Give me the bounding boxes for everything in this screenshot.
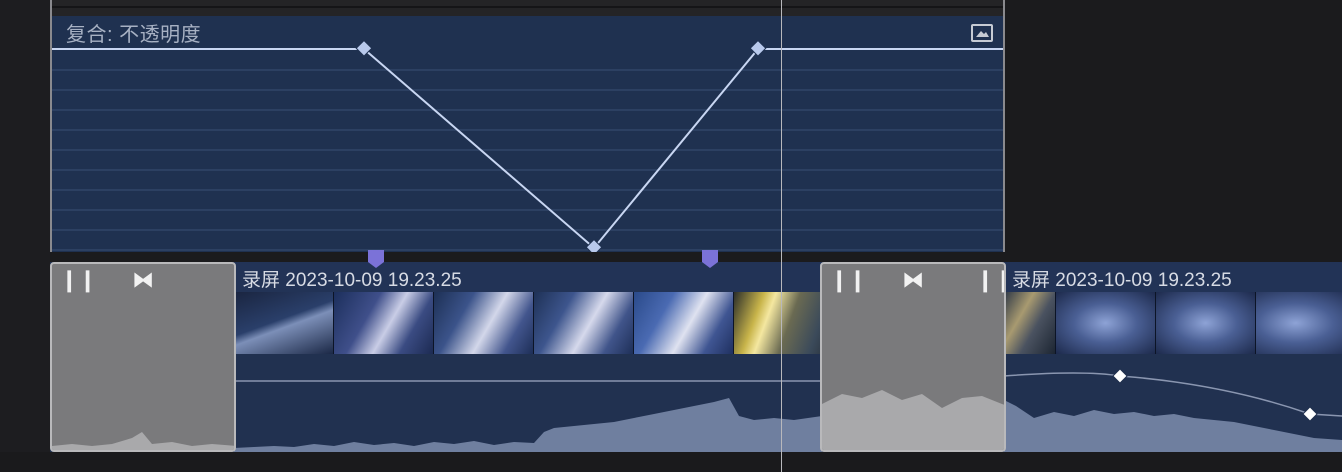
filmstrip-frame (234, 292, 334, 354)
filmstrip-frame (534, 292, 634, 354)
filmstrip-frame (434, 292, 534, 354)
waveform-graphic (234, 380, 822, 452)
volume-keyframe-1[interactable] (1112, 368, 1128, 384)
cross-dissolve-transition-2[interactable]: ❙❙ ⧓ ❙❙ (820, 262, 1006, 452)
transition-waveform (52, 432, 234, 450)
timeline[interactable]: 复合: 不透明度 录屏 2023-10-09 19.23.25 录屏 2023-… (0, 0, 1342, 472)
video-clip-1[interactable]: 录屏 2023-10-09 19.23.25 (234, 262, 822, 452)
opacity-keyframe-editor[interactable]: 复合: 不透明度 (50, 16, 1005, 252)
transition-bowtie-icon[interactable]: ⧓ (902, 268, 924, 292)
filmstrip-frame (334, 292, 434, 354)
opacity-editor-title: 复合: 不透明度 (66, 24, 202, 46)
waveform-graphic (1004, 368, 1342, 452)
trim-handle-icon[interactable]: ❙❙ (60, 268, 97, 292)
transition-waveform (822, 390, 1004, 450)
filmstrip-frame (1156, 292, 1256, 354)
timeline-empty-area[interactable] (1005, 0, 1342, 262)
timeline-gutter (0, 0, 50, 472)
playhead[interactable] (781, 0, 782, 472)
cross-dissolve-transition-1[interactable]: ❙❙ ⧓ (50, 262, 236, 452)
collapse-editor-icon[interactable] (971, 24, 993, 42)
filmstrip-frame (634, 292, 734, 354)
keyframe-3[interactable] (749, 39, 767, 57)
timeline-bottom (0, 452, 1342, 472)
transition-bowtie-icon[interactable]: ⧓ (132, 268, 154, 292)
clip-filmstrip (1004, 292, 1342, 354)
clip-filmstrip (234, 292, 822, 354)
top-divider (52, 6, 1003, 8)
audio-waveform[interactable] (1004, 354, 1342, 452)
audio-waveform[interactable] (234, 354, 822, 452)
trim-handle-icon[interactable]: ❙❙ (830, 268, 867, 292)
opacity-curve[interactable] (52, 16, 1003, 252)
opacity-curve-line[interactable] (52, 48, 1003, 250)
video-clip-2[interactable]: 录屏 2023-10-09 19.23.25 (1004, 262, 1342, 452)
marker-1-icon[interactable] (368, 250, 384, 268)
editor-bottom-divider (50, 252, 1005, 262)
trim-handle-icon[interactable]: ❙❙ (976, 268, 1004, 292)
clip-top-edge (50, 0, 1005, 16)
marker-2-icon[interactable] (702, 250, 718, 268)
mountain-icon (976, 31, 989, 37)
filmstrip-frame (1056, 292, 1156, 354)
filmstrip-frame (1004, 292, 1056, 354)
filmstrip-frame (1256, 292, 1342, 354)
clip-title: 录屏 2023-10-09 19.23.25 (1012, 270, 1232, 291)
clip-title: 录屏 2023-10-09 19.23.25 (242, 270, 462, 291)
filmstrip-frame (734, 292, 822, 354)
volume-keyframe-2[interactable] (1302, 406, 1318, 422)
